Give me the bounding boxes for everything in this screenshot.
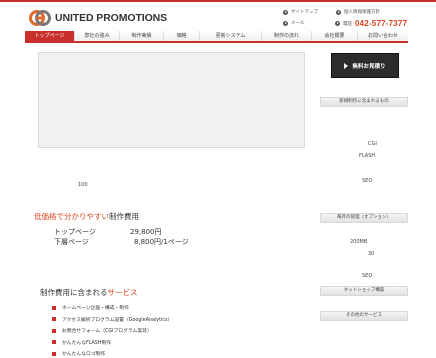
phone-number: 042-577-7377 [355, 19, 408, 28]
services-heading-accent: サービス [107, 288, 138, 297]
price-heading-accent: 低価格で分かりやすい [34, 212, 109, 221]
sidebar-text: SEO [362, 273, 373, 279]
phone-contact[interactable]: 電話 042-577-7377 [335, 19, 407, 28]
price-value: 29,800円 [130, 228, 162, 236]
service-label: お問合せフォーム（CGIプログラム実装） [62, 329, 152, 335]
list-item: ホームページ企画・構成・制作 [52, 302, 172, 314]
nav-item-works[interactable]: 制作実績 [120, 31, 164, 41]
util-link-label: メール [291, 21, 305, 26]
sidebar-text: CGI [368, 141, 377, 147]
services-heading: 制作費用に含まれるサービス [40, 287, 138, 298]
nav-item-company[interactable]: 会社概要 [312, 31, 358, 41]
nav-item-update-system[interactable]: 更新システム [200, 31, 262, 41]
price-value: 8,800円/1ページ [134, 238, 189, 246]
nav-item-top[interactable]: トップページ [25, 31, 75, 41]
free-quote-label: 無料お見積り [352, 63, 386, 70]
bullet-square-icon [52, 305, 56, 310]
sidebar-heading-other-services[interactable]: その他のサービス [320, 311, 408, 321]
price-heading-rest: 制作費用 [109, 212, 139, 221]
price-label: 下層ページ [54, 238, 89, 246]
sidebar-text: FLASH [359, 153, 376, 159]
sidebar-heading-monthly: 毎月の管理（オプション） [320, 213, 408, 223]
list-item: お問合せフォーム（CGIプログラム実装） [52, 325, 172, 337]
price-label: トップページ [54, 228, 96, 236]
nav-item-strengths[interactable]: 弊社の強み [75, 31, 120, 41]
sidebar-heading-netshop[interactable]: ネットショップ構築 [320, 286, 408, 296]
arrow-icon [283, 9, 288, 15]
list-item: かんたんなFLASH制作 [52, 337, 172, 349]
top-accent-line [0, 0, 436, 2]
nav-item-flow[interactable]: 制作の流れ [262, 31, 312, 41]
list-item: アクセス解析プログラム設置（GoogleAnalytics） [52, 314, 172, 326]
util-link-label: サイトマップ [291, 10, 318, 15]
util-link-label: 個人情報保護方針 [344, 10, 380, 15]
sidebar-text: 200MB [350, 239, 368, 245]
logo-text: UNITED PROMOTIONS [55, 12, 168, 24]
service-label: かんたんなロゴ制作 [62, 352, 106, 358]
arrow-icon [336, 9, 341, 15]
sidebar-heading-new-production: 新規制作に含まれるもの [320, 97, 408, 107]
services-heading-prefix: 制作費用に含まれる [40, 288, 108, 297]
logo[interactable]: UNITED PROMOTIONS [29, 9, 167, 27]
bullet-square-icon [52, 351, 56, 356]
main-nav: トップページ 弊社の強み 制作実績 価格 更新システム 制作の流れ 会社概要 お… [25, 31, 408, 43]
free-quote-button[interactable]: 無料お見積り [331, 53, 399, 78]
sidebar-text: SEO [362, 178, 373, 184]
logo-mark-icon [29, 10, 51, 26]
bullet-square-icon [52, 328, 56, 333]
phone-label: 電話 [343, 21, 352, 27]
util-link-sitemap[interactable]: サイトマップ [283, 9, 318, 15]
play-arrow-icon [344, 62, 349, 69]
sidebar-text: 30 [368, 251, 375, 257]
service-label: アクセス解析プログラム設置（GoogleAnalytics） [62, 317, 173, 323]
arrow-icon [283, 20, 288, 26]
arrow-icon [335, 21, 340, 26]
util-link-mail[interactable]: メール [283, 20, 305, 26]
list-item: かんたんなロゴ制作 [52, 348, 172, 358]
service-label: ホームページ企画・構成・制作 [62, 306, 129, 312]
price-heading: 低価格で分かりやすい制作費用 [34, 211, 139, 222]
bullet-square-icon [52, 317, 56, 322]
bullet-square-icon [52, 340, 56, 345]
util-link-privacy[interactable]: 個人情報保護方針 [336, 9, 380, 15]
services-list: ホームページ企画・構成・制作 アクセス解析プログラム設置（GoogleAnaly… [52, 302, 172, 358]
small-number: 100 [78, 182, 88, 188]
main-visual-slider [38, 52, 305, 148]
nav-item-contact[interactable]: お問い合わせ [358, 31, 408, 41]
nav-item-price[interactable]: 価格 [164, 31, 200, 41]
service-label: かんたんなFLASH制作 [62, 340, 112, 346]
